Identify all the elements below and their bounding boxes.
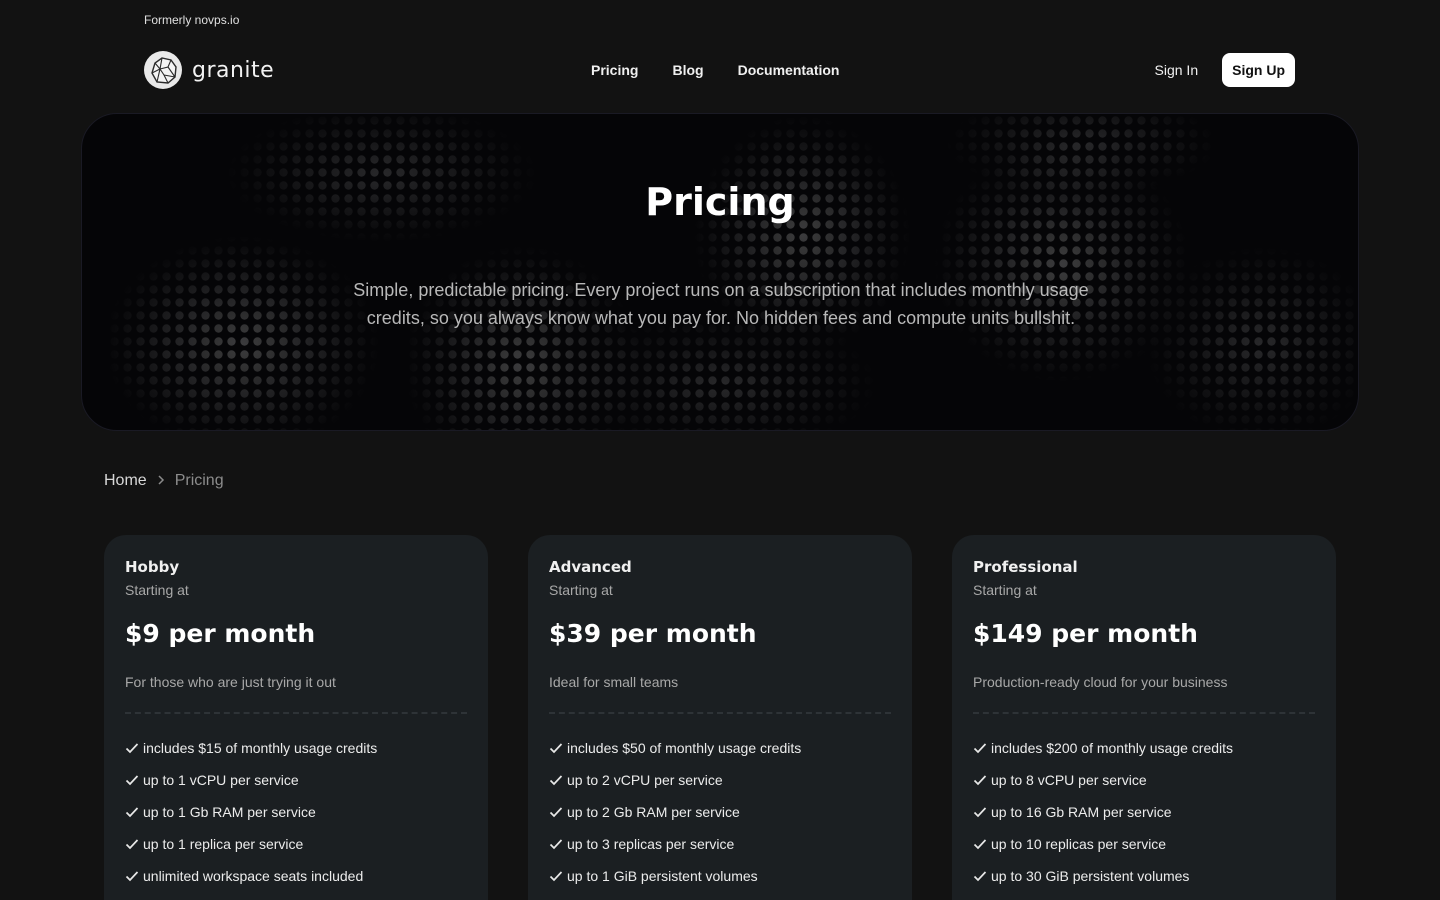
feature-item: up to 30 GiB persistent volumes <box>973 860 1315 892</box>
feature-item: up to 10 replicas per service <box>973 828 1315 860</box>
nav-link-blog[interactable]: Blog <box>672 62 703 78</box>
feature-list: includes $50 of monthly usage credits up… <box>549 732 891 892</box>
dashed-divider <box>973 712 1315 714</box>
check-icon <box>125 871 139 882</box>
feature-text: includes $200 of monthly usage credits <box>991 740 1234 756</box>
feature-text: includes $50 of monthly usage credits <box>567 740 802 756</box>
check-icon <box>549 775 563 786</box>
check-icon <box>973 775 987 786</box>
dashed-divider <box>125 712 467 714</box>
plan-price: $149 per month <box>973 619 1198 648</box>
feature-item: up to 8 vCPU per service <box>973 764 1315 796</box>
dot-pattern-background <box>82 114 1358 430</box>
feature-text: up to 16 Gb RAM per service <box>991 804 1172 820</box>
check-icon <box>125 807 139 818</box>
feature-text: includes $15 of monthly usage credits <box>143 740 378 756</box>
check-icon <box>973 743 987 754</box>
check-icon <box>549 839 563 850</box>
chevron-right-icon <box>157 474 165 489</box>
feature-text: unlimited workspace seats included <box>143 868 364 884</box>
check-icon <box>549 871 563 882</box>
feature-list: includes $200 of monthly usage credits u… <box>973 732 1315 892</box>
plan-name: Advanced <box>549 558 632 576</box>
main-nav: Pricing Blog Documentation <box>591 51 873 89</box>
feature-text: up to 1 Gb RAM per service <box>143 804 316 820</box>
nav-link-pricing[interactable]: Pricing <box>591 62 638 78</box>
plan-name: Professional <box>973 558 1078 576</box>
page-title: Pricing <box>645 180 795 224</box>
feature-item: up to 1 replica per service <box>125 828 467 860</box>
check-icon <box>973 839 987 850</box>
plan-description: For those who are just trying it out <box>125 674 336 690</box>
feature-item: includes $50 of monthly usage credits <box>549 732 891 764</box>
feature-text: up to 30 GiB persistent volumes <box>991 868 1190 884</box>
feature-item: up to 1 vCPU per service <box>125 764 467 796</box>
plan-price: $9 per month <box>125 619 316 648</box>
formerly-note: Formerly novps.io <box>144 13 240 27</box>
feature-item: up to 2 Gb RAM per service <box>549 796 891 828</box>
navbar: granite Pricing Blog Documentation Sign … <box>144 51 1295 89</box>
feature-text: up to 1 GiB persistent volumes <box>567 868 758 884</box>
plan-description: Production-ready cloud for your business <box>973 674 1228 690</box>
feature-text: up to 1 vCPU per service <box>143 772 299 788</box>
brand-logo[interactable]: granite <box>144 51 274 89</box>
sign-in-link[interactable]: Sign In <box>1155 62 1199 78</box>
dashed-divider <box>549 712 891 714</box>
check-icon <box>125 775 139 786</box>
brand-name: granite <box>192 57 275 83</box>
plan-starting-label: Starting at <box>549 582 613 598</box>
feature-item: up to 1 GiB persistent volumes <box>549 860 891 892</box>
page-subtitle: Simple, predictable pricing. Every proje… <box>353 280 1089 328</box>
plan-card-advanced: Advanced Starting at $39 per month Ideal… <box>528 535 912 900</box>
feature-text: up to 2 vCPU per service <box>567 772 723 788</box>
feature-item: up to 3 replicas per service <box>549 828 891 860</box>
feature-text: up to 3 replicas per service <box>567 836 735 852</box>
plan-starting-label: Starting at <box>973 582 1037 598</box>
feature-list: includes $15 of monthly usage credits up… <box>125 732 467 892</box>
breadcrumb-current: Pricing <box>174 472 224 489</box>
check-icon <box>549 743 563 754</box>
check-icon <box>973 871 987 882</box>
plan-starting-label: Starting at <box>125 582 189 598</box>
breadcrumb-home[interactable]: Home <box>104 472 147 490</box>
feature-item: up to 2 vCPU per service <box>549 764 891 796</box>
check-icon <box>973 807 987 818</box>
plan-card-professional: Professional Starting at $149 per month … <box>952 535 1336 900</box>
plan-description: Ideal for small teams <box>549 674 679 690</box>
feature-text: up to 2 Gb RAM per service <box>567 804 740 820</box>
hero-banner: Pricing Simple, predictable pricing. Eve… <box>81 113 1359 431</box>
sign-up-button[interactable]: Sign Up <box>1222 53 1295 87</box>
feature-text: up to 10 replicas per service <box>991 836 1167 852</box>
feature-item: unlimited workspace seats included <box>125 860 467 892</box>
auth-actions: Sign In Sign Up <box>1155 51 1295 89</box>
plan-card-hobby: Hobby Starting at $9 per month For those… <box>104 535 488 900</box>
feature-item: up to 16 Gb RAM per service <box>973 796 1315 828</box>
check-icon <box>125 743 139 754</box>
nav-link-documentation[interactable]: Documentation <box>738 62 840 78</box>
feature-item: includes $200 of monthly usage credits <box>973 732 1315 764</box>
feature-text: up to 8 vCPU per service <box>991 772 1147 788</box>
check-icon <box>125 839 139 850</box>
feature-item: up to 1 Gb RAM per service <box>125 796 467 828</box>
breadcrumb: Home Pricing <box>104 472 224 490</box>
feature-item: includes $15 of monthly usage credits <box>125 732 467 764</box>
plan-name: Hobby <box>125 558 180 576</box>
plan-price: $39 per month <box>549 619 757 648</box>
granite-rock-icon <box>144 51 182 89</box>
feature-text: up to 1 replica per service <box>143 836 304 852</box>
check-icon <box>549 807 563 818</box>
